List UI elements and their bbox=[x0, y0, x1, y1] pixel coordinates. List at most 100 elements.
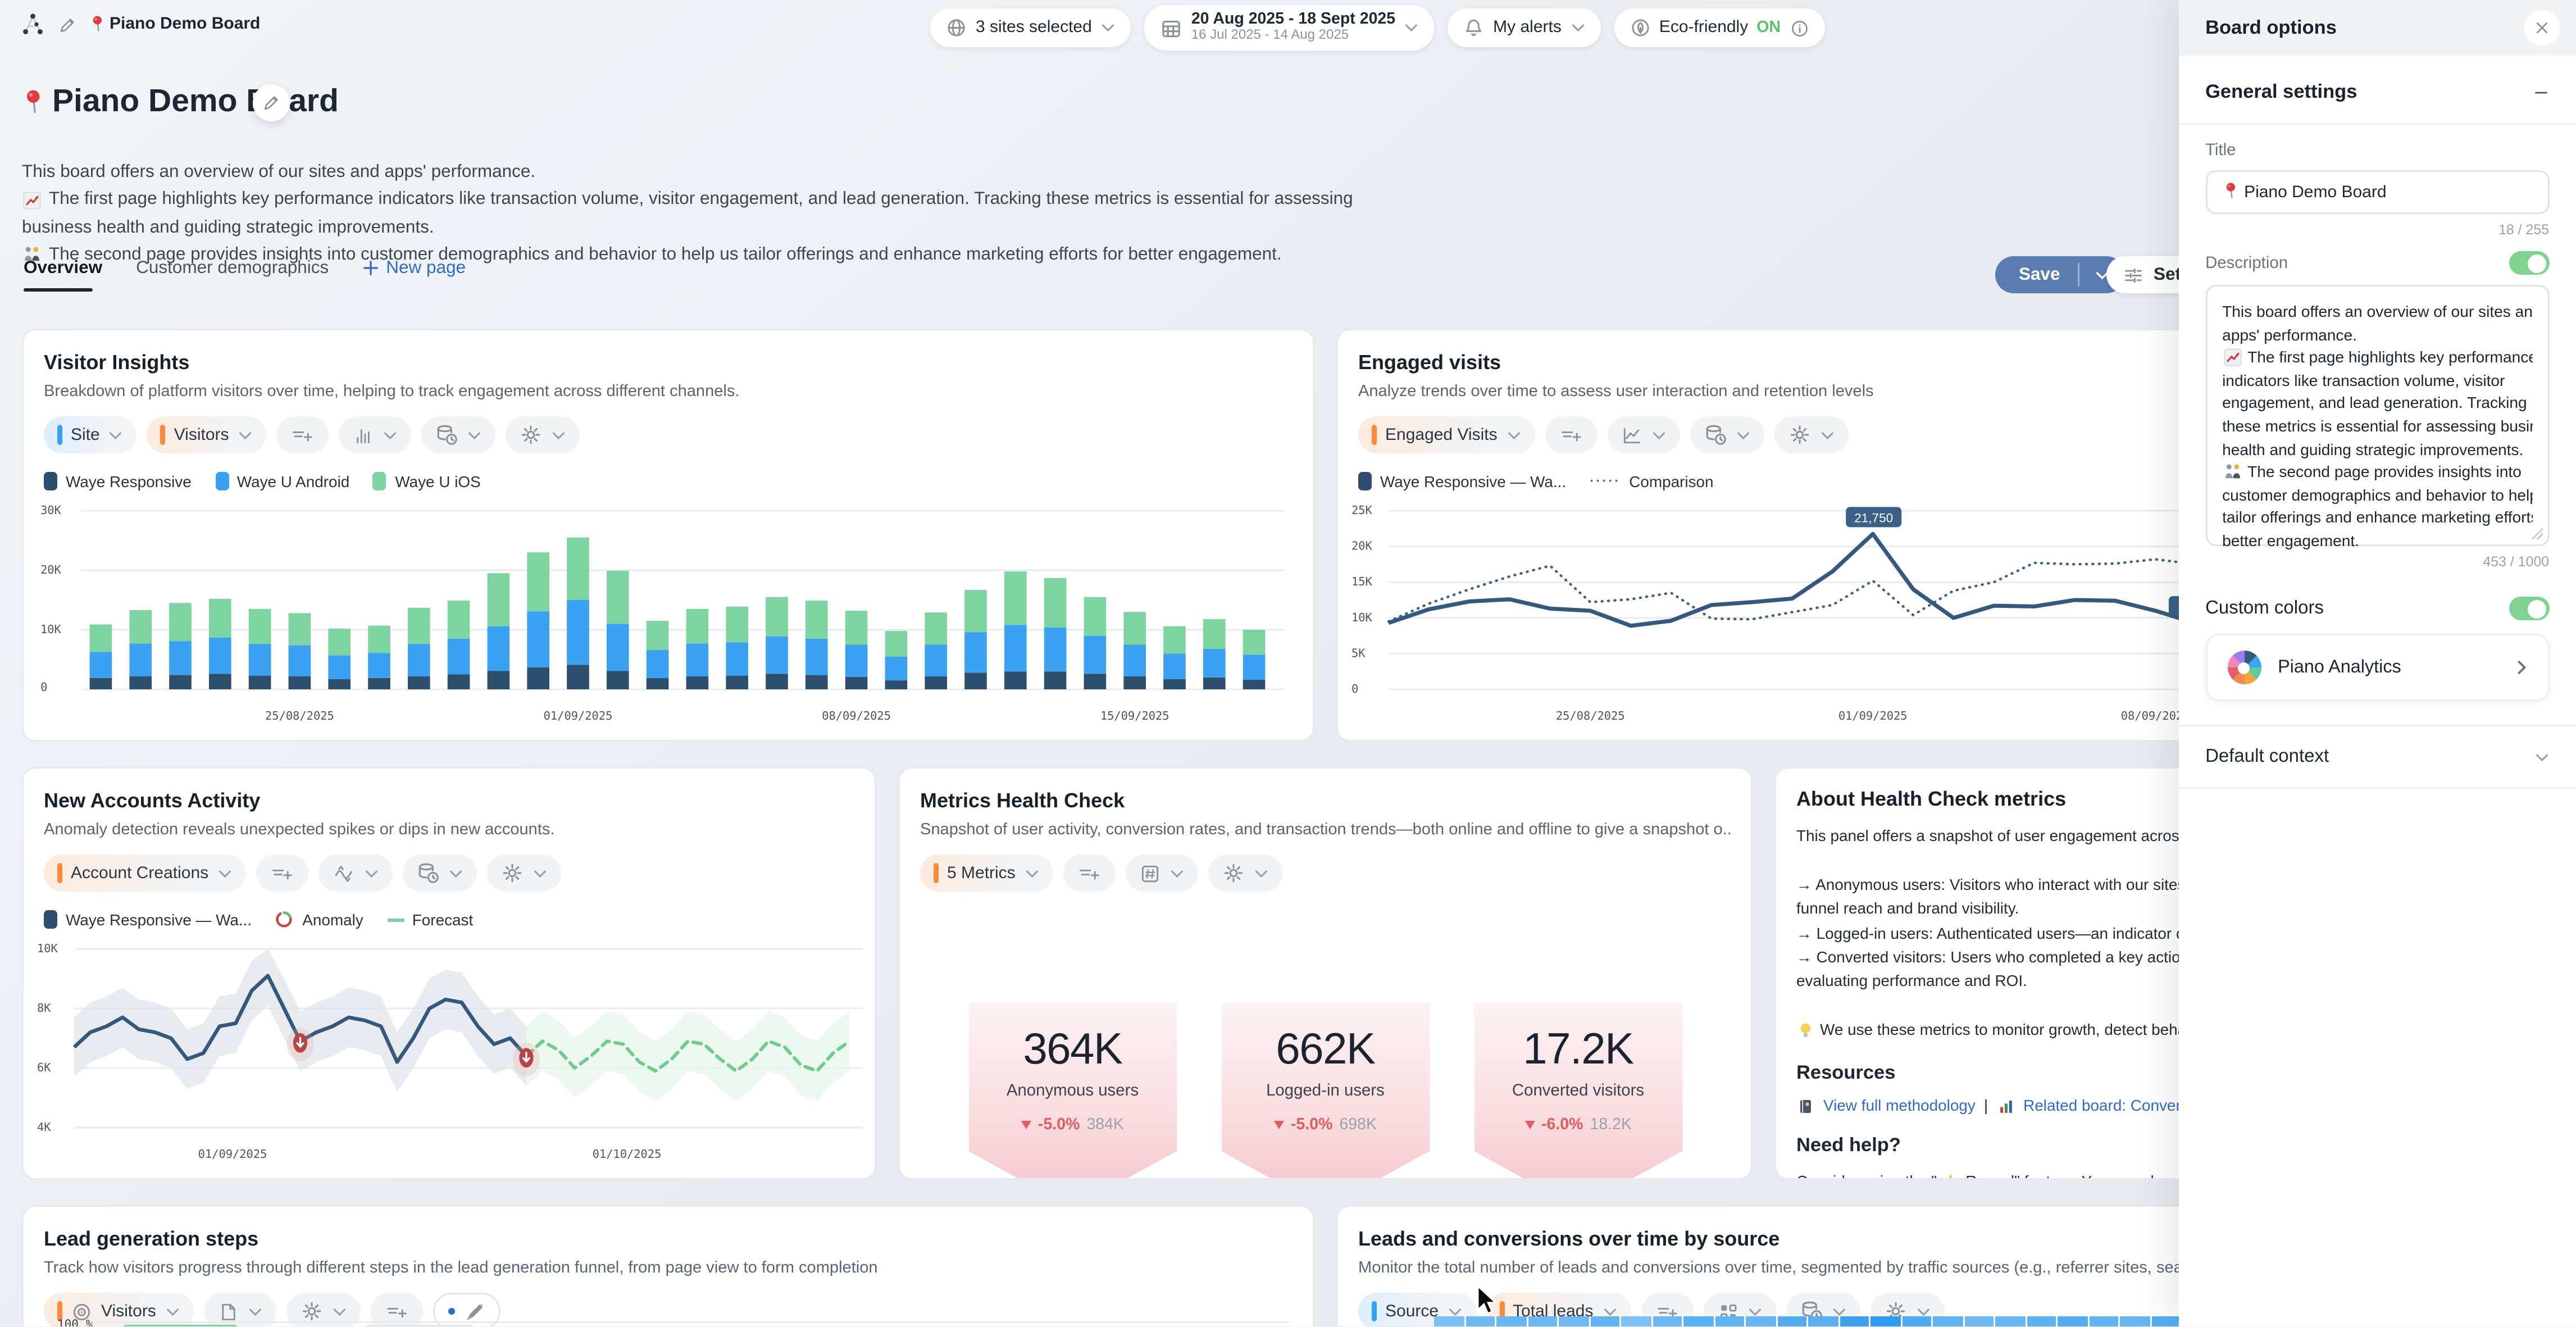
bar-segment[interactable] bbox=[647, 621, 669, 650]
bar-segment[interactable] bbox=[805, 639, 828, 675]
bar-segment[interactable] bbox=[726, 607, 748, 643]
bar-segment[interactable] bbox=[647, 650, 669, 678]
chip-anomaly-line-icon[interactable] bbox=[318, 855, 392, 892]
bar-segment[interactable] bbox=[249, 644, 271, 675]
bar-segment[interactable] bbox=[1203, 619, 1226, 649]
chip-filter-plus-icon[interactable] bbox=[1063, 855, 1115, 892]
bar-segment[interactable] bbox=[1044, 671, 1067, 689]
chip-gear-icon[interactable] bbox=[1774, 416, 1848, 453]
legend-item[interactable]: Waye U iOS bbox=[373, 472, 480, 490]
heatmap-cell[interactable] bbox=[1746, 1316, 1777, 1327]
chip-database-clock-icon[interactable] bbox=[402, 855, 476, 892]
eco-friendly-toggle[interactable]: Eco-friendly ON bbox=[1614, 8, 1824, 47]
heatmap-cell[interactable] bbox=[2120, 1316, 2151, 1327]
bar-segment[interactable] bbox=[805, 675, 828, 689]
legend-item[interactable]: Waye Responsive — Wa... bbox=[44, 910, 252, 929]
bar-segment[interactable] bbox=[1243, 680, 1266, 689]
bar-segment[interactable] bbox=[448, 639, 470, 675]
bar-segment[interactable] bbox=[1163, 679, 1186, 689]
bar-segment[interactable] bbox=[129, 643, 152, 676]
heatmap-cell[interactable] bbox=[1683, 1316, 1715, 1327]
bar-segment[interactable] bbox=[1084, 674, 1107, 689]
heatmap-cell[interactable] bbox=[1870, 1316, 1902, 1327]
bar-segment[interactable] bbox=[408, 676, 430, 689]
bar-segment[interactable] bbox=[964, 672, 987, 689]
bar-segment[interactable] bbox=[1203, 649, 1226, 678]
chip-filter-plus-icon[interactable] bbox=[1545, 416, 1597, 453]
textarea-resize-handle[interactable] bbox=[2531, 528, 2542, 539]
edit-board-icon[interactable] bbox=[57, 15, 78, 35]
bar-segment[interactable] bbox=[368, 653, 390, 678]
bar-segment[interactable] bbox=[448, 675, 470, 690]
chip-filter-plus-icon[interactable] bbox=[276, 416, 329, 453]
close-panel-button[interactable] bbox=[2524, 10, 2559, 46]
chevron-down-icon[interactable] bbox=[2534, 751, 2549, 763]
heatmap-cell[interactable] bbox=[1496, 1316, 1528, 1327]
bar-segment[interactable] bbox=[1123, 645, 1146, 676]
anomaly-marker[interactable] bbox=[513, 1043, 540, 1076]
bar-segment[interactable] bbox=[1004, 571, 1027, 625]
heatmap-cell[interactable] bbox=[1559, 1316, 1590, 1327]
bar-segment[interactable] bbox=[488, 626, 510, 671]
bar-segment[interactable] bbox=[527, 611, 549, 667]
bar-segment[interactable] bbox=[169, 675, 192, 689]
tab-overview[interactable]: Overview bbox=[24, 258, 102, 292]
bar-segment[interactable] bbox=[766, 597, 788, 637]
heatmap-cell[interactable] bbox=[2151, 1316, 2183, 1327]
bar-segment[interactable] bbox=[1203, 678, 1226, 689]
comparison-line[interactable] bbox=[1389, 559, 2196, 621]
bar-segment[interactable] bbox=[527, 552, 549, 611]
date-range-selector[interactable]: 20 Aug 2025 - 18 Sept 2025 16 Jul 2025 -… bbox=[1144, 5, 1434, 51]
bar-segment[interactable] bbox=[368, 626, 390, 653]
funnel-bar-dropped[interactable] bbox=[366, 1324, 474, 1327]
bar-segment[interactable] bbox=[567, 538, 589, 600]
collapse-section-icon[interactable] bbox=[2532, 84, 2549, 101]
heatmap-cell[interactable] bbox=[1808, 1316, 1840, 1327]
chip-gear-icon[interactable] bbox=[1208, 855, 1282, 892]
bar-segment[interactable] bbox=[90, 678, 112, 689]
legend-item[interactable]: Anomaly bbox=[275, 910, 363, 929]
bar-segment[interactable] bbox=[845, 677, 868, 689]
chip-engaged-visits[interactable]: Engaged Visits bbox=[1358, 416, 1535, 453]
bar-segment[interactable] bbox=[885, 657, 908, 680]
legend-item[interactable]: Waye Responsive — Wa... bbox=[1358, 472, 1566, 490]
heatmap-row[interactable] bbox=[1434, 1316, 2224, 1327]
bar-segment[interactable] bbox=[1163, 626, 1186, 654]
funnel-bar-reached[interactable] bbox=[123, 1324, 238, 1327]
bar-segment[interactable] bbox=[766, 637, 788, 674]
bar-segment[interactable] bbox=[368, 678, 390, 689]
bar-segment[interactable] bbox=[925, 676, 947, 689]
bar-segment[interactable] bbox=[408, 608, 430, 644]
bar-segment[interactable] bbox=[567, 665, 589, 689]
chip-database-clock-icon[interactable] bbox=[1690, 416, 1764, 453]
piano-analytics-logo-icon[interactable] bbox=[20, 12, 45, 37]
kpi-logged-in-users[interactable]: 662KLogged-in users-5.0%698K bbox=[1221, 1003, 1430, 1180]
bar-segment[interactable] bbox=[328, 629, 351, 656]
bar-segment[interactable] bbox=[845, 611, 868, 644]
heatmap-cell[interactable] bbox=[1590, 1316, 1622, 1327]
bar-segment[interactable] bbox=[527, 667, 549, 689]
heatmap-cell[interactable] bbox=[1777, 1316, 1809, 1327]
heatmap-cell[interactable] bbox=[2089, 1316, 2120, 1327]
bar-segment[interactable] bbox=[766, 674, 788, 689]
bar-segment[interactable] bbox=[90, 624, 112, 652]
bar-segment[interactable] bbox=[567, 600, 589, 665]
heatmap-cell[interactable] bbox=[1621, 1316, 1653, 1327]
bar-segment[interactable] bbox=[845, 645, 868, 677]
bar-segment[interactable] bbox=[647, 678, 669, 689]
kpi-anonymous-users[interactable]: 364KAnonymous users-5.0%384K bbox=[968, 1003, 1177, 1180]
bar-segment[interactable] bbox=[726, 642, 748, 675]
bar-segment[interactable] bbox=[607, 671, 629, 689]
bar-segment[interactable] bbox=[249, 609, 271, 644]
bar-segment[interactable] bbox=[169, 641, 192, 675]
bar-segment[interactable] bbox=[686, 676, 709, 689]
bar-segment[interactable] bbox=[289, 613, 311, 645]
bar-segment[interactable] bbox=[885, 680, 908, 689]
bar-segment[interactable] bbox=[408, 644, 430, 676]
sites-selector[interactable]: 3 sites selected bbox=[930, 8, 1131, 47]
bar-segment[interactable] bbox=[1084, 597, 1107, 636]
heatmap-cell[interactable] bbox=[2058, 1316, 2089, 1327]
bar-segment[interactable] bbox=[209, 674, 231, 689]
bar-segment[interactable] bbox=[1044, 628, 1067, 671]
chip-number-icon[interactable] bbox=[1125, 855, 1198, 892]
